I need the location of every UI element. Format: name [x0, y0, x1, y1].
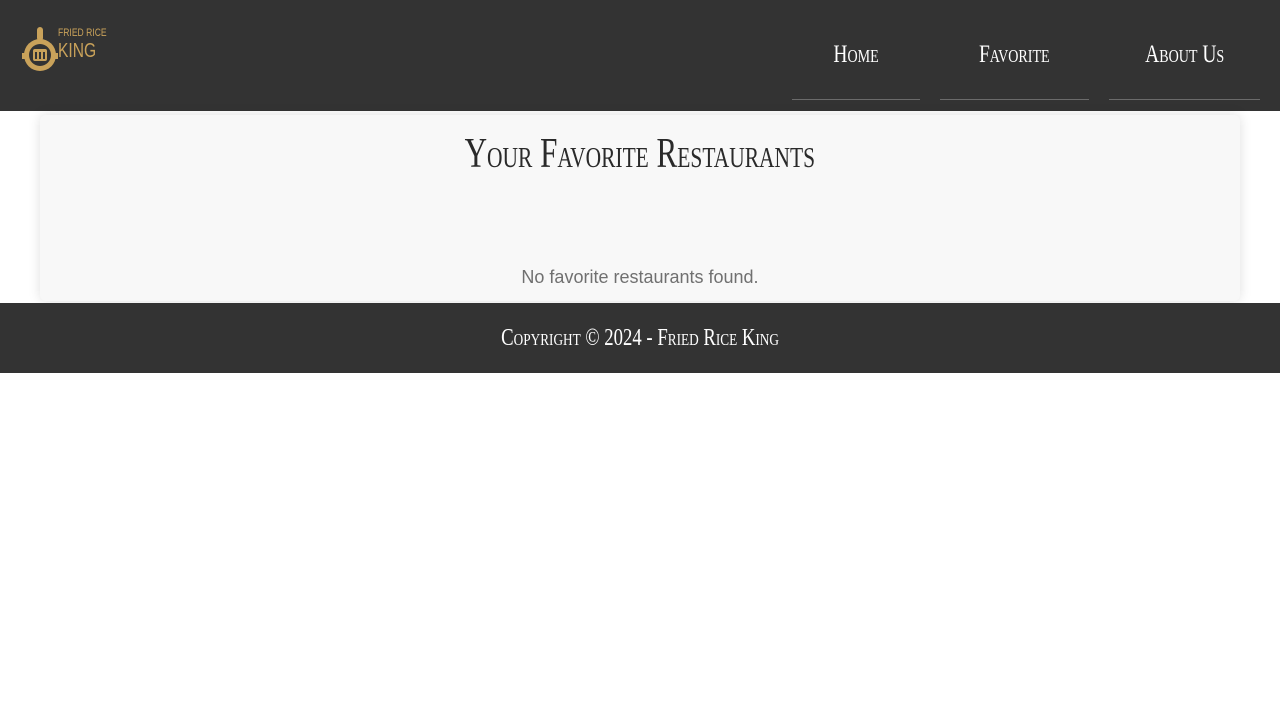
app-footer: Copyright © 2024 - Fried Rice King — [0, 303, 1280, 373]
nav-about-label: About Us — [1144, 40, 1225, 68]
nav-home-label: Home — [833, 40, 879, 68]
empty-state-message: No favorite restaurants found. — [521, 267, 759, 287]
page-title-text: Your Favorite Restaurants — [464, 131, 816, 177]
logo-text: FRIED RICE KING — [58, 27, 120, 62]
chef-hat-icon — [22, 27, 58, 71]
page-title: Your Favorite Restaurants — [40, 133, 1240, 175]
logo[interactable]: FRIED RICE KING — [20, 24, 107, 74]
nav-favorite-label: Favorite — [979, 40, 1050, 68]
logo-line2: KING — [58, 40, 97, 62]
footer-copyright-text: Copyright © 2024 - Fried Rice King — [501, 324, 779, 351]
logo-line1: FRIED RICE — [58, 27, 107, 39]
nav-favorite-link[interactable]: Favorite — [940, 10, 1089, 100]
nav-home-link[interactable]: Home — [792, 10, 920, 100]
footer-copyright: Copyright © 2024 - Fried Rice King — [462, 325, 818, 352]
nav-about-link[interactable]: About Us — [1109, 10, 1260, 100]
favorites-card: Your Favorite Restaurants No favorite re… — [40, 115, 1240, 301]
app-header: FRIED RICE KING Home Favorite About Us — [0, 0, 1280, 111]
